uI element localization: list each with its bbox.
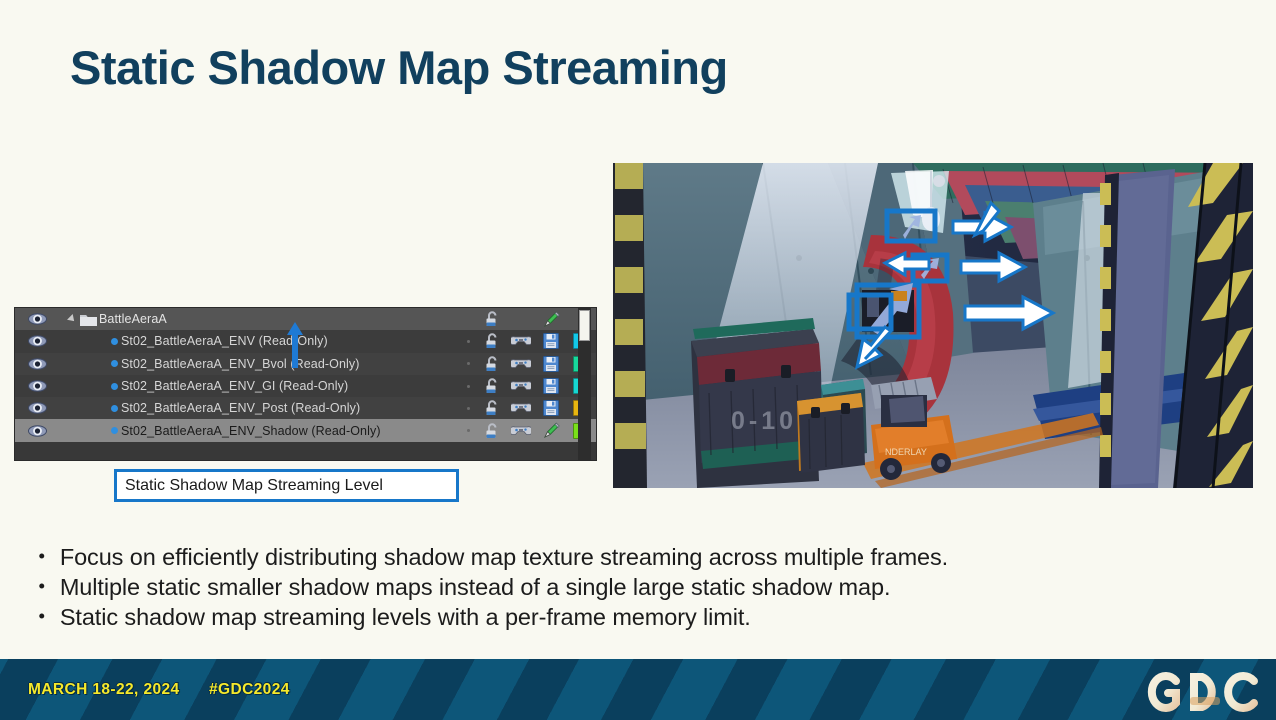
eye-icon: [27, 313, 47, 325]
row-action-cell[interactable]: [536, 355, 566, 372]
hierarchy-row-list: BattleAeraA St02_BattleAeraA_ENV (Read-O…: [15, 308, 596, 442]
visibility-toggle[interactable]: [15, 313, 59, 325]
row-status-dot: [458, 362, 478, 366]
hierarchy-row-label: St02_BattleAeraA_ENV_Bvol (Read-Only): [121, 356, 360, 371]
hierarchy-row-name-cell[interactable]: St02_BattleAeraA_ENV (Read-Only): [59, 334, 458, 348]
hierarchy-panel[interactable]: BattleAeraA St02_BattleAeraA_ENV (Read-O…: [14, 307, 597, 461]
save-icon[interactable]: [543, 400, 559, 417]
hierarchy-row[interactable]: BattleAeraA: [15, 308, 596, 331]
pencil-icon[interactable]: [543, 311, 560, 328]
row-action-cell[interactable]: [536, 422, 566, 439]
lock-open-icon[interactable]: [485, 356, 500, 372]
hierarchy-row-name-cell[interactable]: St02_BattleAeraA_ENV_GI (Read-Only): [59, 379, 458, 393]
save-icon[interactable]: [543, 333, 559, 350]
hierarchy-row-name-cell[interactable]: St02_BattleAeraA_ENV_Shadow (Read-Only): [59, 424, 458, 438]
row-action-cell[interactable]: [536, 311, 566, 328]
bullet-item-3: ・ Static shadow map streaming levels wit…: [30, 604, 751, 630]
gamepad-cell[interactable]: [506, 335, 536, 347]
page-title: Static Shadow Map Streaming: [70, 41, 728, 94]
hierarchy-row-label: St02_BattleAeraA_ENV_Post (Read-Only): [121, 401, 361, 416]
lock-cell[interactable]: [478, 423, 506, 439]
pencil-icon[interactable]: [543, 422, 560, 439]
scene-dot-icon: [111, 337, 118, 345]
hierarchy-row[interactable]: St02_BattleAeraA_ENV (Read-Only): [15, 330, 596, 353]
gamepad-icon[interactable]: [511, 380, 531, 392]
lock-cell[interactable]: [478, 333, 506, 349]
gamepad-cell[interactable]: [506, 380, 536, 392]
visibility-toggle[interactable]: [15, 424, 59, 437]
eye-icon: [27, 402, 47, 415]
scene-dot-icon: [111, 382, 118, 390]
visibility-toggle[interactable]: [15, 380, 59, 392]
gamepad-icon[interactable]: [511, 402, 531, 414]
row-action-cell[interactable]: [536, 333, 566, 350]
row-status-dot: [458, 429, 478, 433]
crate-label: 0-10: [731, 407, 797, 435]
eye-icon: [27, 424, 47, 437]
hierarchy-row[interactable]: St02_BattleAeraA_ENV_Bvol (Read-Only): [15, 352, 596, 375]
row-action-cell[interactable]: [536, 378, 566, 395]
gdc-logo-icon: [1147, 672, 1258, 712]
footer-date: MARCH 18-22, 2024: [28, 681, 180, 698]
gamepad-icon[interactable]: [511, 358, 531, 370]
scene-dot-icon: [111, 427, 118, 435]
lock-cell[interactable]: [478, 311, 506, 327]
hierarchy-scrollbar-track[interactable]: [578, 308, 591, 460]
bullet-item-1: ・ Focus on efficiently distributing shad…: [30, 544, 949, 570]
vehicle-label: NDERLAY: [885, 447, 927, 457]
callout-box: Static Shadow Map Streaming Level: [114, 469, 459, 502]
hierarchy-row[interactable]: St02_BattleAeraA_ENV_GI (Read-Only): [15, 374, 596, 398]
hierarchy-row[interactable]: St02_BattleAeraA_ENV_Shadow (Read-Only): [15, 419, 596, 442]
lock-cell[interactable]: [478, 356, 506, 372]
footer-bar: MARCH 18-22, 2024 #GDC2024: [0, 659, 1276, 720]
row-status-dot: [458, 384, 478, 388]
bullet-list: ・ Focus on efficiently distributing shad…: [30, 542, 1180, 632]
lock-cell[interactable]: [478, 378, 506, 394]
save-icon[interactable]: [543, 378, 559, 395]
lock-open-icon[interactable]: [485, 423, 500, 439]
gamepad-icon[interactable]: [511, 425, 531, 437]
eye-icon: [27, 358, 47, 370]
footer-hashtag: #GDC2024: [209, 681, 290, 698]
scene-dot-icon: [111, 360, 118, 368]
hierarchy-row-label: St02_BattleAeraA_ENV_GI (Read-Only): [121, 379, 349, 394]
hierarchy-row-label: BattleAeraA: [99, 312, 167, 327]
visibility-toggle[interactable]: [15, 402, 59, 415]
hierarchy-row-name-cell[interactable]: St02_BattleAeraA_ENV_Bvol (Read-Only): [59, 357, 458, 371]
lock-open-icon[interactable]: [485, 378, 500, 394]
hierarchy-row-label: St02_BattleAeraA_ENV_Shadow (Read-Only): [121, 423, 381, 438]
folder-icon: [80, 314, 97, 326]
eye-icon: [27, 380, 47, 392]
hierarchy-row-name-cell[interactable]: BattleAeraA: [59, 312, 458, 326]
game-screenshot-art: NDERLAY 0-10: [613, 163, 1253, 488]
expander-triangle-icon[interactable]: [67, 314, 77, 325]
hierarchy-row[interactable]: St02_BattleAeraA_ENV_Post (Read-Only): [15, 397, 596, 420]
row-status-dot: [458, 339, 478, 343]
lock-open-icon[interactable]: [485, 311, 500, 327]
lock-open-icon[interactable]: [485, 333, 500, 349]
visibility-toggle[interactable]: [15, 358, 59, 370]
gamepad-cell[interactable]: [506, 425, 536, 437]
lock-cell[interactable]: [478, 400, 506, 416]
row-action-cell[interactable]: [536, 400, 566, 417]
callout-label: Static Shadow Map Streaming Level: [125, 476, 383, 494]
gamepad-cell[interactable]: [506, 358, 536, 370]
game-screenshot: NDERLAY 0-10: [613, 163, 1253, 488]
scene-dot-icon: [111, 404, 118, 412]
save-icon[interactable]: [543, 355, 559, 372]
visibility-toggle[interactable]: [15, 335, 59, 348]
blue-up-arrow-icon: [287, 322, 303, 368]
hierarchy-scrollbar-thumb[interactable]: [579, 310, 590, 341]
hierarchy-row-name-cell[interactable]: St02_BattleAeraA_ENV_Post (Read-Only): [59, 401, 458, 415]
lock-open-icon[interactable]: [485, 400, 500, 416]
gamepad-icon[interactable]: [511, 335, 531, 347]
gamepad-cell[interactable]: [506, 402, 536, 414]
row-status-dot: [458, 406, 478, 410]
bullet-item-2: ・ Multiple static smaller shadow maps in…: [30, 574, 891, 600]
eye-icon: [27, 335, 47, 348]
